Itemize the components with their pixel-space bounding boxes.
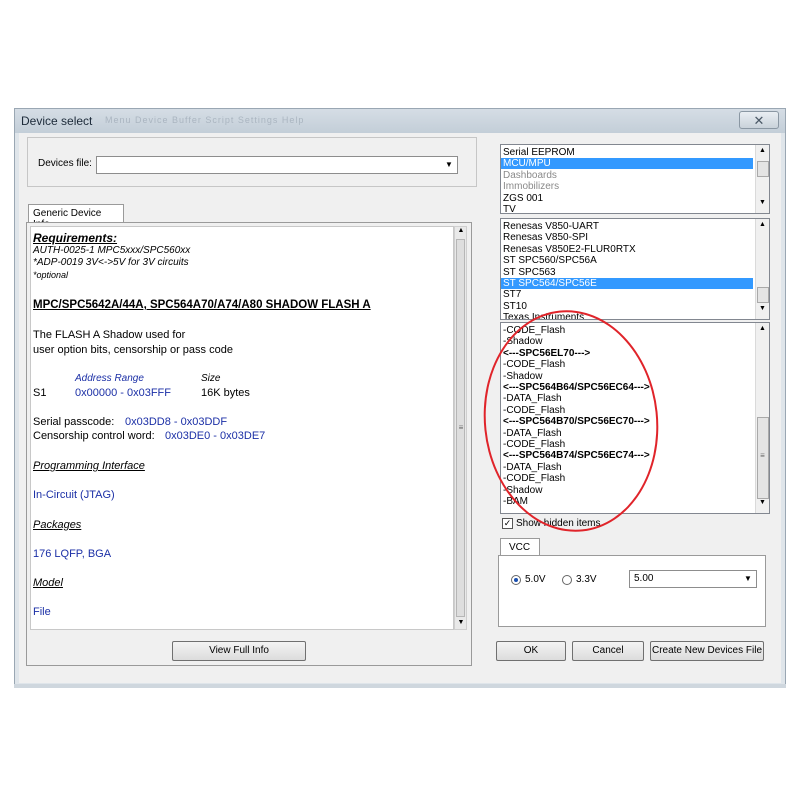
device_list-item[interactable]: -Shadow [503,371,542,382]
censorship-value: 0x03DE0 - 0x03DE7 [165,430,266,442]
vcc-5v-label: 5.0V [525,574,546,585]
device_list-item[interactable]: -DATA_Flash [503,428,562,439]
family_list-item[interactable]: Texas Instruments [503,312,584,319]
category_list-item[interactable]: TV [503,204,516,213]
family-list[interactable]: Texas Instruments ST10 ST7 ST SPC564/SPC56E… [500,218,770,320]
device_list-item[interactable]: -BAM [503,496,528,507]
grip-icon: ≡ [458,423,464,432]
model-value: File [33,606,51,618]
family-scroll-thumb[interactable] [757,287,769,303]
model-heading: Model [33,577,63,589]
category_list-item[interactable]: Dashboards [503,170,557,181]
vcc-3v3-radio[interactable] [562,575,572,585]
close-icon: ✕ [753,113,765,128]
desc-line-2: user option bits, censorship or pass cod… [33,344,233,356]
info-scrollbar[interactable]: ▲ ≡ ▼ [454,226,467,630]
device_list-item[interactable]: <---SPC56EL70---> [503,348,590,359]
device_list-item[interactable]: -CODE_Flash [503,359,565,370]
category-scroll-thumb[interactable] [757,161,769,177]
title-bar[interactable]: Device select Menu Device Buffer Script … [15,109,785,133]
device_list-item[interactable]: <---SPC564B74/SPC56EC74---> [503,450,650,461]
device-heading: MPC/SPC5642A/44A, SPC564A70/A74/A80 SHAD… [33,299,371,311]
chevron-down-icon[interactable]: ▼ [758,305,767,312]
device_list-item[interactable]: -CODE_Flash [503,325,565,336]
category-list-scrollbar[interactable]: ▲ ▼ [755,145,769,213]
serial-passcode-label: Serial passcode: [33,416,115,428]
window-bottom-edge [14,684,786,688]
device_list-item[interactable]: -CODE_Flash [503,405,565,416]
category_list-item[interactable]: ZGS 001 [503,193,543,204]
family_list-item[interactable]: ST SPC563 [503,267,556,278]
family_list-item[interactable]: Renesas V850-SPI [503,232,588,243]
vcc-5v-radio[interactable] [511,575,521,585]
device_list-item[interactable]: -Shadow [503,336,542,347]
category_list-item[interactable]: Serial EEPROM [503,147,575,158]
s1-size: 16K bytes [201,387,250,399]
programming-interface-heading: Programming Interface [33,460,145,472]
ok-button[interactable]: OK [496,641,566,661]
devices-file-label: Devices file: [38,158,92,169]
size-label: Size [201,373,221,384]
family_list-item[interactable]: ST10 [503,301,527,312]
window-title: Device select [21,114,93,128]
desc-line-1: The FLASH A Shadow used for [33,329,186,341]
device_list-item[interactable]: -DATA_Flash [503,393,562,404]
family-list-scrollbar[interactable]: ▲ ▼ [755,219,769,319]
chevron-up-icon[interactable]: ▲ [758,221,767,228]
chevron-down-icon[interactable]: ▼ [457,619,465,626]
device-list[interactable]: -BAM -Shadow -CODE_Flash -DATA_Flash <---SPC… [500,322,770,514]
family_list-item[interactable]: ST SPC564/SPC56E [501,278,753,289]
chevron-down-icon[interactable]: ▼ [758,499,767,506]
serial-passcode-value: 0x03DD8 - 0x03DDF [125,416,228,428]
packages-value: 176 LQFP, BGA [33,548,112,560]
s1-range: 0x00000 - 0x03FFF [75,387,171,399]
device-list-scrollbar[interactable]: ▲ ≡ ▼ [755,323,769,513]
device_list-item[interactable]: -Shadow [503,485,542,496]
category_list-item[interactable]: MCU/MPU [501,158,753,170]
device-info-text: Requirements: AUTH-0025-1 MPC5xxx/SPC560… [30,226,454,630]
req-line-3: *optional [33,270,69,280]
requirements-heading: Requirements: [33,231,118,245]
family_list-item[interactable]: ST SPC560/SPC56A [503,255,597,266]
show-hidden-label: Show hidden items [516,518,601,529]
device_list-item[interactable]: <---SPC564B70/SPC56EC70---> [503,416,650,427]
close-button[interactable]: ✕ [739,111,779,129]
chevron-up-icon[interactable]: ▲ [758,325,767,332]
packages-heading: Packages [33,519,82,531]
req-line-2: *ADP-0019 3V<->5V for 3V circuits [33,257,189,268]
view-full-info-button[interactable]: View Full Info [172,641,306,661]
chevron-down-icon[interactable]: ▼ [742,573,754,585]
programming-interface-value: In-Circuit (JTAG) [33,489,115,501]
req-line-1: AUTH-0025-1 MPC5xxx/SPC560xx [33,245,191,256]
s1-label: S1 [33,387,47,399]
family_list-item[interactable]: Renesas V850E2-FLUR0RTX [503,244,636,255]
device_list-item[interactable]: -DATA_Flash [503,462,562,473]
devices-file-combo[interactable]: ▼ [96,156,458,174]
chevron-down-icon[interactable]: ▼ [443,159,455,171]
device_list-item[interactable]: -CODE_Flash [503,439,565,450]
category-list[interactable]: TV ZGS 001 Immobilizers Dashboards MCU/MPU Se… [500,144,770,214]
chevron-up-icon[interactable]: ▲ [457,227,465,234]
create-new-devices-file-button[interactable]: Create New Devices File [650,641,764,661]
vcc-panel: 5.0V 3.3V 5.00 ▼ [498,555,766,627]
device_list-item[interactable]: -CODE_Flash [503,473,565,484]
chevron-up-icon[interactable]: ▲ [758,147,767,154]
chevron-down-icon[interactable]: ▼ [758,199,767,206]
censorship-label: Censorship control word: [33,430,155,442]
tab-vcc[interactable]: VCC [500,538,540,556]
cancel-button[interactable]: Cancel [572,641,644,661]
address-range-label: Address Range [75,373,144,384]
family_list-item[interactable]: ST7 [503,289,521,300]
grip-icon: ≡ [760,451,765,460]
family_list-item[interactable]: Renesas V850-UART [503,221,599,232]
vcc-voltage-value: 5.00 [634,573,654,584]
background-menu-text: Menu Device Buffer Script Settings Help [105,115,305,125]
category_list-item[interactable]: Immobilizers [503,181,559,192]
vcc-3v3-label: 3.3V [576,574,597,585]
tab-generic-device-info[interactable]: Generic Device Info [28,204,124,230]
device_list-item[interactable]: <---SPC564B64/SPC56EC64---> [503,382,650,393]
show-hidden-checkbox[interactable]: ✓ [502,518,513,529]
vcc-voltage-combo[interactable]: 5.00 ▼ [629,570,757,588]
